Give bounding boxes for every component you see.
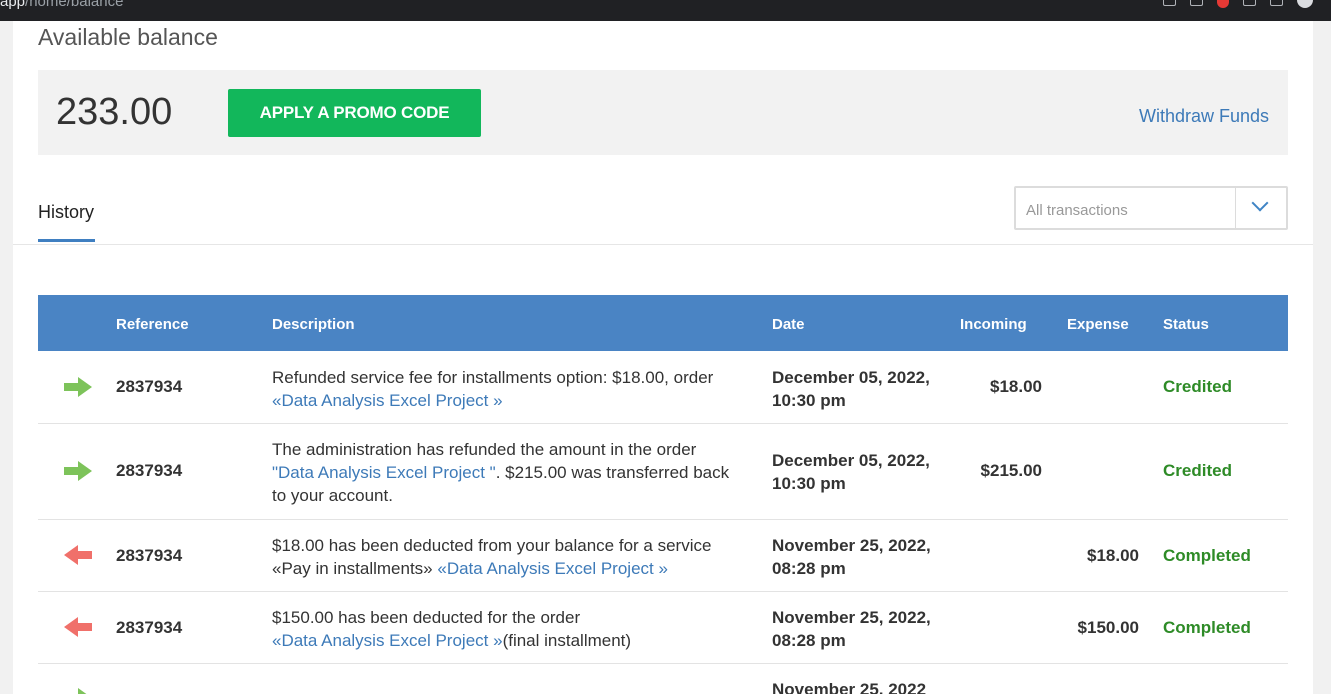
date-line: November 25, 2022 xyxy=(772,680,927,694)
browser-topbar: app/home/balance xyxy=(0,0,1331,21)
tab-active-indicator xyxy=(38,239,95,242)
order-link[interactable]: «Data Analysis Excel Project » xyxy=(272,631,503,650)
row-date: November 25, 2022, 08:28 pm xyxy=(772,534,952,580)
status-badge: Completed xyxy=(1163,546,1251,565)
description-text: Refunded service fee for installments op… xyxy=(272,368,714,387)
table-row: 2837934 $150.00 has been deducted for th… xyxy=(38,592,1288,664)
row-description: $18.00 has been deducted from your balan… xyxy=(272,534,742,580)
browser-toolbar xyxy=(1163,0,1313,21)
status-badge: Completed xyxy=(1163,618,1251,637)
row-expense: $150.00 xyxy=(1077,618,1139,637)
profile-avatar[interactable] xyxy=(1297,0,1313,8)
puzzle-icon[interactable] xyxy=(1270,0,1283,6)
description-text: The administration has refunded the amou… xyxy=(272,440,697,459)
status-badge: Credited xyxy=(1163,461,1232,480)
header-date: Date xyxy=(772,316,805,333)
tab-history[interactable]: History xyxy=(38,202,94,223)
table-row: November 25, 2022 xyxy=(38,664,1288,694)
row-incoming: $18.00 xyxy=(990,377,1042,396)
time-line: 08:28 pm xyxy=(772,559,846,578)
row-date: November 25, 2022, 08:28 pm xyxy=(772,606,952,652)
header-description: Description xyxy=(272,316,355,333)
balance-heading: Available balance xyxy=(38,24,218,50)
time-line: 08:28 pm xyxy=(772,631,846,650)
arrow-right-icon xyxy=(64,688,87,694)
row-description: $150.00 has been deducted for the order «… xyxy=(272,606,742,652)
balance-card: Available balance 233.00 APPLY A PROMO C… xyxy=(13,21,1313,694)
header-expense: Expense xyxy=(1067,316,1129,333)
row-expense: $18.00 xyxy=(1087,546,1139,565)
date-line: November 25, 2022, xyxy=(772,536,931,555)
filter-selected-value: All transactions xyxy=(1026,202,1128,219)
transactions-filter-select[interactable]: All transactions xyxy=(1014,186,1288,230)
row-reference: 2837934 xyxy=(116,546,183,565)
row-description: The administration has refunded the amou… xyxy=(272,438,742,507)
browser-extension-icon[interactable] xyxy=(1163,0,1176,6)
withdraw-funds-link[interactable]: Withdraw Funds xyxy=(1139,106,1269,127)
header-status: Status xyxy=(1163,316,1209,333)
order-link[interactable]: «Data Analysis Excel Project » xyxy=(272,391,503,410)
send-icon[interactable] xyxy=(1243,0,1256,6)
time-line: 10:30 pm xyxy=(772,391,846,410)
time-line: 10:30 pm xyxy=(772,474,846,493)
row-reference: 2837934 xyxy=(116,377,183,396)
header-incoming: Incoming xyxy=(960,316,1027,333)
transactions-table: Reference Description Date Incoming Expe… xyxy=(38,295,1288,694)
header-reference: Reference xyxy=(116,316,189,333)
apply-promo-code-button[interactable]: APPLY A PROMO CODE xyxy=(228,89,481,137)
row-date: December 05, 2022, 10:30 pm xyxy=(772,366,952,412)
arrow-right-icon xyxy=(64,377,92,397)
chevron-down-icon[interactable] xyxy=(1251,194,1269,212)
arrow-left-icon xyxy=(64,545,92,565)
arrow-right-icon xyxy=(64,461,92,481)
balance-amount: 233.00 xyxy=(56,91,173,133)
tabs-divider xyxy=(13,244,1313,245)
arrow-left-icon xyxy=(64,617,92,637)
url-host: app xyxy=(0,0,26,10)
balance-box: 233.00 APPLY A PROMO CODE Withdraw Funds xyxy=(38,70,1288,155)
description-text: $150.00 has been deducted for the order xyxy=(272,608,581,627)
table-row: 2837934 $18.00 has been deducted from yo… xyxy=(38,520,1288,592)
date-line: December 05, 2022, xyxy=(772,368,930,387)
row-date: November 25, 2022 xyxy=(772,678,952,694)
url-path: /home/balance xyxy=(25,0,124,10)
date-line: December 05, 2022, xyxy=(772,451,930,470)
order-link[interactable]: "Data Analysis Excel Project " xyxy=(272,463,496,482)
description-suffix: (final installment) xyxy=(502,631,632,650)
table-header: Reference Description Date Incoming Expe… xyxy=(38,295,1288,351)
browser-extension-icon[interactable] xyxy=(1190,0,1203,6)
notification-dot-icon[interactable] xyxy=(1217,0,1229,8)
order-link[interactable]: «Data Analysis Excel Project » xyxy=(437,559,668,578)
table-row: 2837934 Refunded service fee for install… xyxy=(38,351,1288,424)
row-description: Refunded service fee for installments op… xyxy=(272,366,742,412)
date-line: November 25, 2022, xyxy=(772,608,931,627)
select-separator xyxy=(1235,188,1236,228)
row-reference: 2837934 xyxy=(116,461,183,480)
table-row: 2837934 The administration has refunded … xyxy=(38,424,1288,520)
row-date: December 05, 2022, 10:30 pm xyxy=(772,449,952,495)
row-incoming: $215.00 xyxy=(980,461,1042,480)
status-badge: Credited xyxy=(1163,377,1232,396)
row-reference: 2837934 xyxy=(116,618,183,637)
address-bar[interactable]: app/home/balance xyxy=(0,0,123,10)
